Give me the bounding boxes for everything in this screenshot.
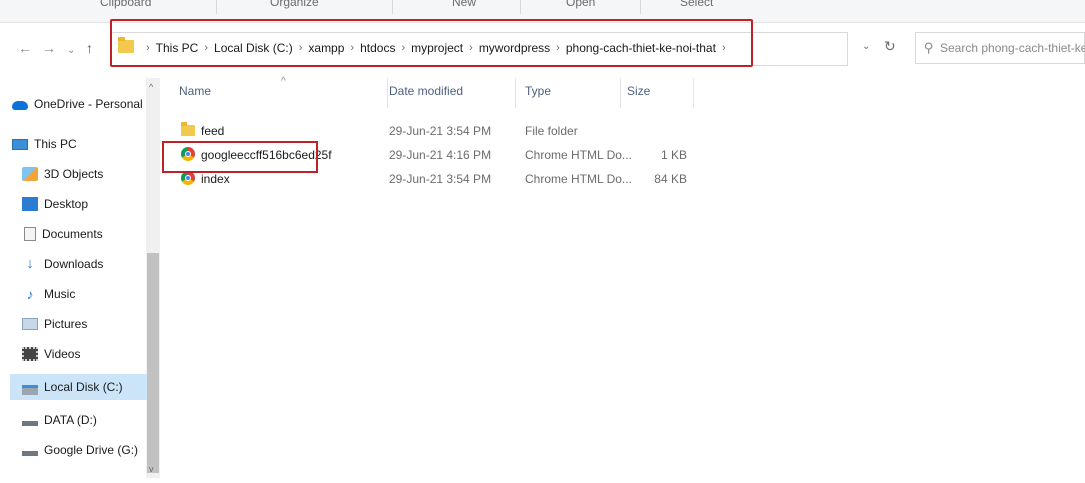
this-pc-icon bbox=[12, 138, 28, 150]
file-size: 84 KB bbox=[654, 172, 687, 186]
nav-item-this-pc[interactable]: This PC bbox=[12, 131, 77, 157]
nav-scrollbar-thumb[interactable] bbox=[147, 253, 159, 473]
3d-objects-icon bbox=[22, 167, 38, 181]
recent-locations-icon[interactable]: ⌄ bbox=[67, 43, 75, 59]
nav-item-label: Pictures bbox=[44, 317, 88, 331]
address-highlight-box bbox=[110, 19, 753, 67]
search-input[interactable]: ⚲ Search phong-cach-thiet-ke... bbox=[915, 32, 1085, 64]
nav-item-label: Documents bbox=[42, 227, 103, 241]
ribbon-divider bbox=[392, 0, 393, 14]
ribbon-divider bbox=[216, 0, 217, 14]
nav-item-downloads[interactable]: ↓ Downloads bbox=[22, 251, 103, 277]
column-divider[interactable] bbox=[693, 78, 694, 108]
refresh-icon[interactable]: ↻ bbox=[884, 38, 896, 55]
nav-item-data-drive[interactable]: DATA (D:) bbox=[22, 407, 97, 433]
column-header-date[interactable]: Date modified bbox=[389, 84, 463, 98]
column-header-name[interactable]: Name bbox=[179, 84, 211, 98]
local-disk-icon bbox=[22, 385, 38, 395]
nav-item-onedrive[interactable]: OneDrive - Personal bbox=[12, 91, 143, 117]
sort-ascending-icon: ^ bbox=[281, 76, 286, 87]
column-divider[interactable] bbox=[620, 78, 621, 108]
videos-icon bbox=[22, 347, 38, 361]
navigation-pane: ^ v OneDrive - Personal This PC 3D Objec… bbox=[0, 78, 165, 483]
desktop-icon bbox=[22, 197, 38, 211]
table-row[interactable]: feed 29-Jun-21 3:54 PM File folder bbox=[175, 120, 695, 142]
nav-item-label: OneDrive - Personal bbox=[34, 97, 143, 111]
file-list: ^ Name Date modified Type Size feed 29-J… bbox=[165, 76, 1085, 483]
ribbon-group-new: New bbox=[452, 0, 477, 9]
scroll-up-icon[interactable]: ^ bbox=[149, 82, 153, 92]
address-dropdown-icon[interactable]: ⌄ bbox=[862, 41, 870, 52]
file-highlight-box bbox=[162, 141, 318, 173]
onedrive-icon bbox=[12, 100, 28, 110]
nav-item-label: Music bbox=[44, 287, 76, 301]
drive-icon bbox=[22, 451, 38, 456]
nav-item-label: Local Disk (C:) bbox=[44, 380, 123, 394]
nav-item-documents[interactable]: Documents bbox=[22, 221, 103, 247]
nav-item-3d-objects[interactable]: 3D Objects bbox=[22, 161, 103, 187]
ribbon-divider bbox=[640, 0, 641, 14]
file-type: File folder bbox=[525, 124, 578, 138]
nav-item-label: Videos bbox=[44, 347, 81, 361]
column-header-size[interactable]: Size bbox=[627, 84, 650, 98]
ribbon-group-organize: Organize bbox=[270, 0, 319, 9]
nav-item-music[interactable]: ♪ Music bbox=[22, 281, 76, 307]
file-type: Chrome HTML Do... bbox=[525, 172, 632, 186]
ribbon-divider bbox=[520, 0, 521, 14]
column-header-type[interactable]: Type bbox=[525, 84, 551, 98]
up-arrow-icon[interactable]: ↑ bbox=[86, 40, 93, 56]
ribbon-group-select: Select bbox=[680, 0, 714, 9]
nav-item-label: DATA (D:) bbox=[44, 413, 97, 427]
file-type: Chrome HTML Do... bbox=[525, 148, 632, 162]
nav-item-label: 3D Objects bbox=[44, 167, 104, 181]
file-date: 29-Jun-21 3:54 PM bbox=[389, 124, 492, 138]
ribbon-group-clipboard: Clipboard bbox=[100, 0, 152, 9]
back-arrow-icon[interactable]: ← bbox=[18, 40, 32, 56]
nav-item-label: Google Drive (G:) bbox=[44, 443, 139, 457]
file-name: feed bbox=[201, 124, 225, 138]
chrome-icon bbox=[181, 171, 195, 185]
nav-item-google-drive[interactable]: Google Drive (G:) bbox=[22, 437, 138, 463]
downloads-icon: ↓ bbox=[26, 255, 34, 272]
ribbon-group-open: Open bbox=[566, 0, 596, 9]
documents-icon bbox=[24, 227, 36, 241]
column-divider[interactable] bbox=[515, 78, 516, 108]
forward-arrow-icon[interactable]: → bbox=[42, 40, 56, 56]
scroll-down-icon[interactable]: v bbox=[149, 464, 154, 474]
nav-item-local-disk[interactable]: Local Disk (C:) bbox=[10, 374, 147, 400]
search-placeholder: Search phong-cach-thiet-ke... bbox=[940, 41, 1085, 55]
file-date: 29-Jun-21 3:54 PM bbox=[389, 172, 492, 186]
drive-icon bbox=[22, 421, 38, 426]
search-icon: ⚲ bbox=[924, 40, 934, 55]
nav-item-pictures[interactable]: Pictures bbox=[22, 311, 87, 337]
pictures-icon bbox=[22, 318, 38, 330]
folder-icon bbox=[181, 122, 195, 136]
nav-item-videos[interactable]: Videos bbox=[22, 341, 80, 367]
nav-item-desktop[interactable]: Desktop bbox=[22, 191, 88, 217]
nav-item-label: Downloads bbox=[44, 257, 104, 271]
file-size: 1 KB bbox=[660, 148, 687, 162]
music-icon: ♪ bbox=[26, 286, 34, 302]
nav-item-label: Desktop bbox=[44, 197, 89, 211]
nav-item-label: This PC bbox=[34, 137, 77, 151]
column-divider[interactable] bbox=[387, 78, 388, 108]
file-name: index bbox=[201, 172, 230, 186]
file-date: 29-Jun-21 4:16 PM bbox=[389, 148, 492, 162]
